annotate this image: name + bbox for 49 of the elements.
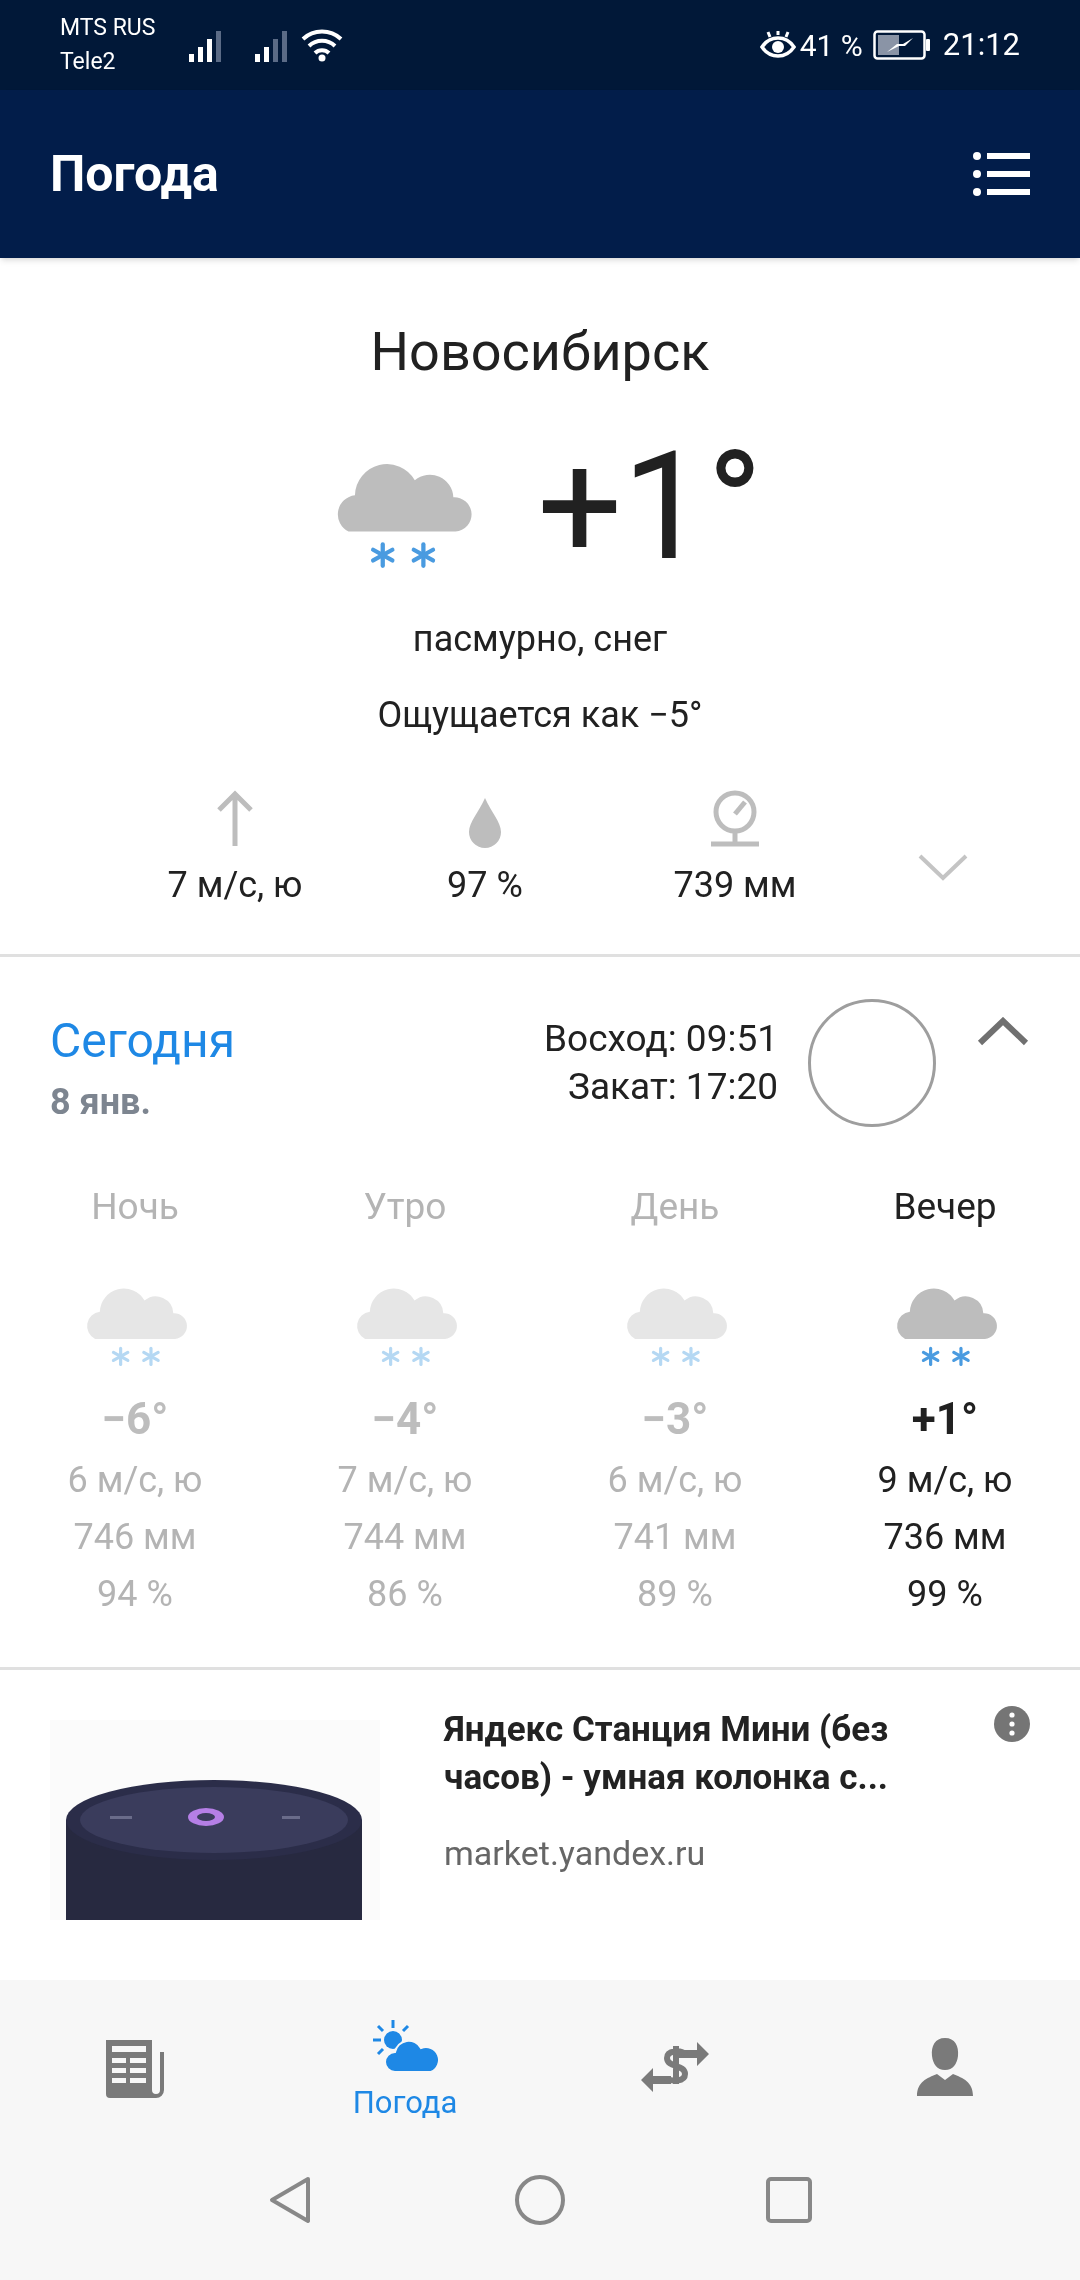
ad-title[interactable]: Яндекс Станция Мини (без часов) - умная колонка с... xyxy=(444,1706,988,1803)
period-pressure: 744 мм xyxy=(343,1515,467,1561)
metric-value: 739 мм xyxy=(673,863,797,908)
carrier-name: Tele2 xyxy=(60,47,117,77)
period-temperature: −6° xyxy=(101,1392,169,1448)
metric-value: 97 % xyxy=(447,863,523,908)
sunset-time: Закат: 17:20 xyxy=(568,1064,778,1110)
period-wind: 6 м/с, ю xyxy=(67,1458,203,1504)
carrier-name: MTS RUS xyxy=(60,13,156,43)
city-name: Новосибирск xyxy=(370,320,710,384)
current-temperature: +1° xyxy=(537,432,763,582)
nav-tab[interactable]: Погода xyxy=(270,2020,540,2140)
day-title: Сегодня xyxy=(50,1013,236,1069)
period-humidity: 89 % xyxy=(637,1572,713,1618)
app-title: Погода xyxy=(50,143,219,205)
condition-text: пасмурно, снег xyxy=(412,617,668,662)
period-name: Утро xyxy=(363,1184,447,1230)
period-pressure: 741 мм xyxy=(613,1515,737,1561)
chevron-up-icon[interactable] xyxy=(976,1017,1030,1047)
period-wind: 9 м/с, ю xyxy=(877,1458,1013,1504)
period-temperature: −4° xyxy=(371,1392,439,1448)
period-wind: 7 м/с, ю xyxy=(337,1458,473,1504)
period-temperature: +1° xyxy=(911,1392,979,1448)
period-name: День xyxy=(630,1184,720,1230)
period-humidity: 99 % xyxy=(907,1572,983,1618)
ad-domain[interactable]: market.yandex.ru xyxy=(444,1828,1030,1880)
period-pressure: 736 мм xyxy=(883,1515,1007,1561)
more-options-icon[interactable] xyxy=(994,1706,1030,1743)
period-humidity: 94 % xyxy=(97,1572,173,1618)
home-icon[interactable] xyxy=(514,2174,566,2226)
clock: 21:12 xyxy=(942,24,1020,65)
day-date: 8 янв. xyxy=(50,1080,152,1125)
period-temperature: −3° xyxy=(641,1392,709,1448)
period-pressure: 746 мм xyxy=(73,1515,197,1561)
period-name: Вечер xyxy=(893,1184,997,1230)
sunrise-time: Восход: 09:51 xyxy=(544,1016,778,1062)
wifi-icon xyxy=(301,28,344,62)
eye-icon xyxy=(759,31,796,59)
feels-like-text: Ощущается как −5° xyxy=(377,693,703,738)
battery-percent: 41 % xyxy=(799,26,863,65)
period-humidity: 86 % xyxy=(367,1572,443,1618)
menu-icon[interactable] xyxy=(972,151,1030,197)
person-icon xyxy=(915,2036,975,2098)
recents-icon[interactable] xyxy=(766,2177,812,2223)
period-wind: 6 м/с, ю xyxy=(607,1458,743,1504)
arrow-up-icon xyxy=(215,788,255,848)
battery-charging-icon xyxy=(872,30,931,60)
period-name: Ночь xyxy=(91,1184,179,1230)
metric-value: 7 м/с, ю xyxy=(167,863,303,908)
